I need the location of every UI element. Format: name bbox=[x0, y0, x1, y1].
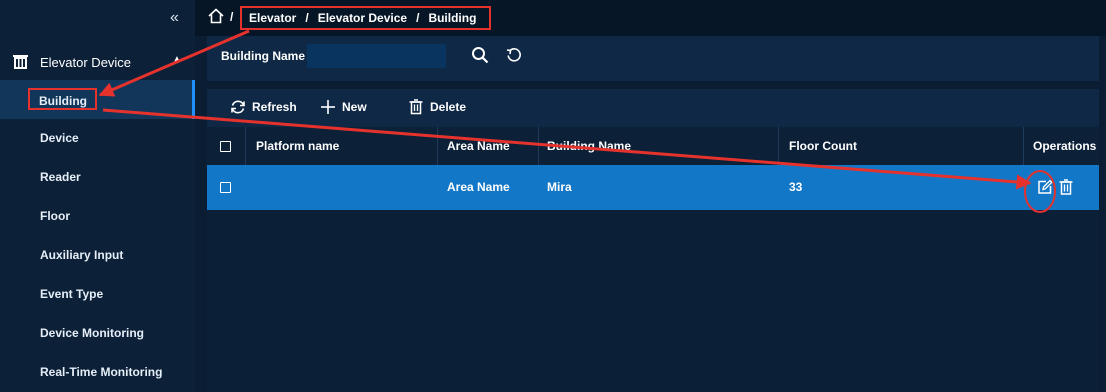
breadcrumb: Elevator / Elevator Device / Building bbox=[240, 6, 491, 30]
annotation-circle bbox=[1024, 170, 1056, 213]
column-header-operations: Operations bbox=[1033, 139, 1097, 153]
reset-icon[interactable] bbox=[506, 47, 522, 63]
sidebar-item-reader[interactable]: Reader bbox=[0, 158, 195, 197]
sidebar-item-floor[interactable]: Floor bbox=[0, 197, 195, 236]
sidebar-item-real-time-monitoring[interactable]: Real-Time Monitoring bbox=[0, 353, 195, 392]
toolbar: Refresh New Delete bbox=[207, 89, 1099, 127]
delete-button[interactable]: Delete bbox=[408, 99, 466, 115]
new-button[interactable]: New bbox=[320, 99, 367, 115]
cell-building-name: Mira bbox=[547, 180, 572, 194]
search-icon[interactable] bbox=[471, 46, 489, 64]
breadcrumb-item-elevator-device[interactable]: Elevator Device bbox=[318, 11, 407, 25]
column-header-area-name[interactable]: Area Name bbox=[438, 127, 538, 165]
breadcrumb-item-elevator[interactable]: Elevator bbox=[249, 11, 296, 25]
breadcrumb-separator: / bbox=[305, 11, 309, 25]
column-divider bbox=[778, 127, 779, 165]
table-row[interactable]: Area Name Mira 33 bbox=[207, 165, 1099, 210]
sidebar-group-label: Elevator Device bbox=[40, 55, 132, 70]
row-checkbox[interactable] bbox=[220, 182, 231, 193]
cell-platform-name bbox=[247, 165, 437, 210]
refresh-icon bbox=[231, 100, 245, 114]
filter-bar: Building Name bbox=[207, 36, 1099, 81]
delete-label: Delete bbox=[430, 100, 467, 114]
sidebar-item-label: Building bbox=[28, 88, 97, 110]
home-icon[interactable] bbox=[208, 8, 224, 24]
building-icon bbox=[13, 55, 28, 69]
trash-icon[interactable] bbox=[1059, 179, 1073, 195]
select-all-checkbox[interactable] bbox=[220, 141, 231, 152]
cell-area-name: Area Name bbox=[447, 180, 510, 194]
column-header-floor-count[interactable]: Floor Count bbox=[780, 127, 1020, 165]
new-label: New bbox=[342, 100, 367, 114]
building-name-filter-label: Building Name bbox=[221, 49, 306, 63]
building-name-filter-input[interactable] bbox=[307, 44, 446, 68]
breadcrumb-item-building: Building bbox=[428, 11, 477, 25]
top-bar: / Elevator / Elevator Device / Building bbox=[195, 0, 1106, 36]
column-header-building-name[interactable]: Building Name bbox=[538, 127, 778, 165]
column-header-platform-name[interactable]: Platform name bbox=[247, 127, 437, 165]
refresh-label: Refresh bbox=[252, 100, 297, 114]
cell-floor-count: 33 bbox=[789, 180, 803, 194]
collapse-sidebar-icon[interactable]: « bbox=[170, 9, 179, 27]
table-header: Platform name Area Name Building Name Fl… bbox=[207, 127, 1099, 165]
sidebar-group-elevator-device[interactable]: Elevator Device ▲ bbox=[0, 44, 195, 80]
sidebar-item-device[interactable]: Device bbox=[0, 119, 195, 158]
sidebar-nav: Building Device Reader Floor Auxiliary I… bbox=[0, 80, 195, 392]
breadcrumb-separator: / bbox=[230, 10, 234, 24]
plus-icon bbox=[321, 100, 335, 114]
sidebar-item-auxiliary-input[interactable]: Auxiliary Input bbox=[0, 236, 195, 275]
column-divider bbox=[245, 127, 246, 165]
trash-icon bbox=[409, 99, 423, 115]
chevron-up-icon: ▲ bbox=[172, 54, 182, 65]
sidebar-item-device-monitoring[interactable]: Device Monitoring bbox=[0, 314, 195, 353]
breadcrumb-separator: / bbox=[416, 11, 420, 25]
sidebar-item-event-type[interactable]: Event Type bbox=[0, 275, 195, 314]
sidebar: « Elevator Device ▲ Building Device Read… bbox=[0, 0, 195, 392]
refresh-button[interactable]: Refresh bbox=[230, 99, 297, 115]
table-empty-area bbox=[207, 210, 1099, 392]
sidebar-item-building[interactable]: Building bbox=[0, 80, 195, 119]
